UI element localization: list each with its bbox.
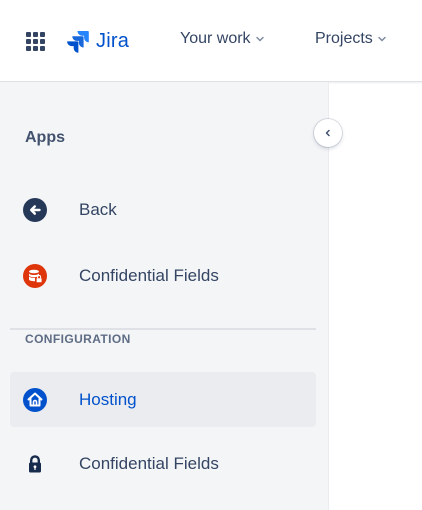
- database-lock-icon: [23, 264, 47, 288]
- nav-projects-label: Projects: [315, 30, 373, 47]
- jira-logo-text: Jira: [96, 29, 130, 52]
- sidebar-title: Apps: [25, 129, 65, 146]
- chevron-down-icon: [255, 36, 264, 42]
- nav-your-work-label: Your work: [180, 30, 251, 47]
- chevron-left-icon: [325, 129, 330, 137]
- lock-icon: [29, 455, 41, 473]
- jira-logo-icon: [67, 31, 89, 53]
- top-navigation: Jira Your work Projects: [0, 0, 422, 82]
- nav-your-work[interactable]: Your work: [180, 30, 265, 48]
- sidebar-item-hosting[interactable]: Hosting: [10, 372, 316, 427]
- section-heading-configuration: CONFIGURATION: [25, 332, 131, 346]
- home-icon: [23, 388, 47, 412]
- sidebar-divider: [10, 328, 316, 330]
- jira-logo[interactable]: Jira: [66, 28, 129, 54]
- sidebar: Apps Back Confidential Fields CONFIGURAT…: [0, 82, 329, 510]
- sidebar-item-hosting-label: Hosting: [79, 389, 137, 409]
- nav-projects[interactable]: Projects: [315, 30, 387, 48]
- app-switcher-grid-icon[interactable]: [25, 31, 45, 51]
- chevron-down-icon: [378, 36, 386, 42]
- sidebar-item-confidential-fields-app-label: Confidential Fields: [79, 265, 219, 285]
- sidebar-item-confidential-fields-config[interactable]: Confidential Fields: [10, 436, 316, 491]
- arrow-left-circle-icon: [23, 198, 47, 222]
- sidebar-item-confidential-fields-app[interactable]: Confidential Fields: [10, 248, 316, 303]
- sidebar-item-back[interactable]: Back: [10, 182, 316, 237]
- collapse-sidebar-button[interactable]: [314, 119, 342, 147]
- sidebar-item-confidential-fields-config-label: Confidential Fields: [79, 453, 219, 473]
- sidebar-item-back-label: Back: [79, 199, 117, 219]
